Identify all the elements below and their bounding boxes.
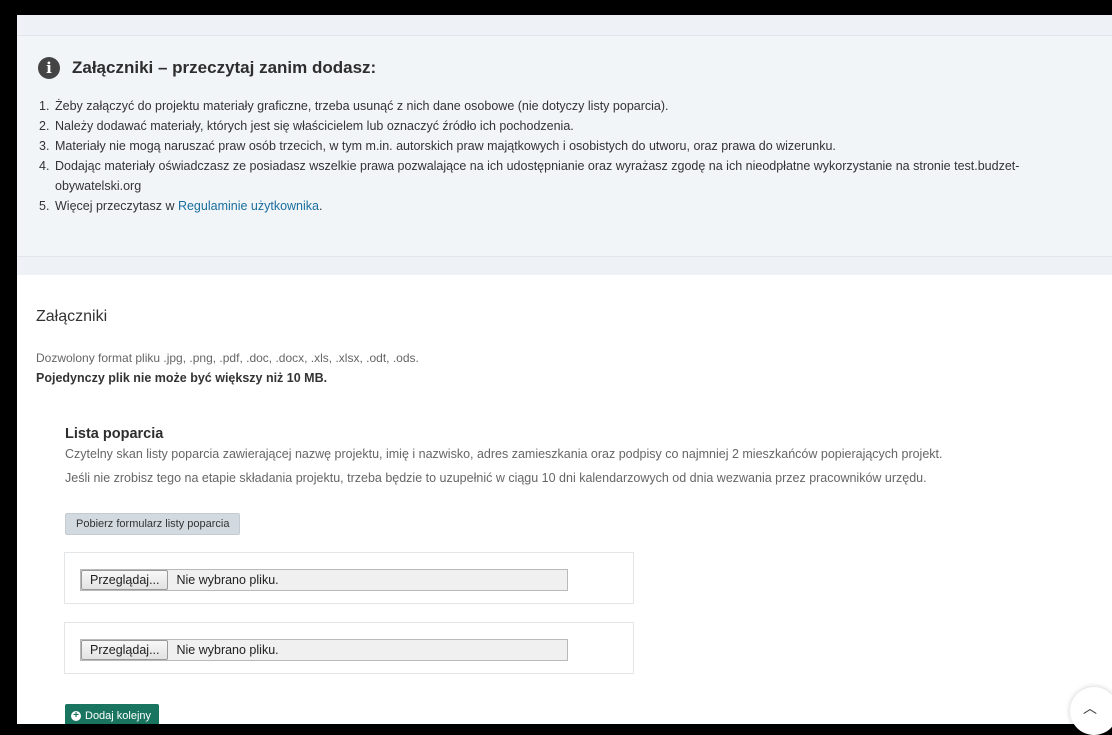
upload-box: Przeglądaj... Nie wybrano pliku. <box>64 552 634 604</box>
rule-item: 2. Należy dodawać materiały, których jes… <box>39 116 1099 136</box>
plus-circle-icon: + <box>71 711 81 721</box>
scroll-to-top-button[interactable]: ︿ <box>1070 687 1112 735</box>
page: i Załączniki – przeczytaj zanim dodasz: … <box>17 15 1112 724</box>
file-input[interactable]: Przeglądaj... Nie wybrano pliku. <box>80 639 568 661</box>
file-input[interactable]: Przeglądaj... Nie wybrano pliku. <box>80 569 568 591</box>
info-circle-icon: i <box>38 57 60 79</box>
rule-text: Materiały nie mogą naruszać praw osób tr… <box>55 139 836 153</box>
add-another-label: Dodaj kolejny <box>85 710 152 722</box>
rule-item: 4. Dodając materiały oświadczasz ze posi… <box>39 156 1099 196</box>
rule-number: 1. <box>39 99 50 113</box>
support-list-deadline-note: Jeśli nie zrobisz tego na etapie składan… <box>65 471 927 485</box>
rule-text: Dodając materiały oświadczasz ze posiada… <box>55 159 1020 193</box>
file-status: Nie wybrano pliku. <box>176 643 279 657</box>
info-title: Załączniki – przeczytaj zanim dodasz: <box>72 58 377 77</box>
rule-number: 4. <box>39 159 50 173</box>
info-header: i Załączniki – przeczytaj zanim dodasz: <box>38 57 376 79</box>
rule-item: 3. Materiały nie mogą naruszać praw osób… <box>39 136 1099 156</box>
rule-number: 3. <box>39 139 50 153</box>
rule-item: 1. Żeby załączyć do projektu materiały g… <box>39 96 1099 116</box>
rule-text: Więcej przeczytasz w Regulaminie użytkow… <box>55 196 1099 216</box>
regulations-link[interactable]: Regulaminie użytkownika <box>178 199 319 213</box>
rule-text-suffix: . <box>319 199 323 213</box>
rule-text: Żeby załączyć do projektu materiały graf… <box>55 99 669 113</box>
browse-button[interactable]: Przeglądaj... <box>81 640 169 660</box>
rule-number: 2. <box>39 119 50 133</box>
upload-box: Przeglądaj... Nie wybrano pliku. <box>64 622 634 674</box>
chevron-up-icon: ︿ <box>1083 700 1097 716</box>
browse-button[interactable]: Przeglądaj... <box>81 570 169 590</box>
rule-text-prefix: Więcej przeczytasz w <box>55 199 178 213</box>
allowed-formats-text: Dozwolony format pliku .jpg, .png, .pdf,… <box>36 351 419 365</box>
support-list-description: Czytelny skan listy poparcia zawierające… <box>65 447 943 461</box>
attachments-title: Załączniki <box>36 308 108 325</box>
max-size-text: Pojedynczy plik nie może być większy niż… <box>36 371 328 385</box>
download-form-button[interactable]: Pobierz formularz listy poparcia <box>65 513 241 535</box>
rule-text: Należy dodawać materiały, których jest s… <box>55 119 574 133</box>
file-status: Nie wybrano pliku. <box>176 573 279 587</box>
add-another-button[interactable]: + Dodaj kolejny <box>65 704 160 724</box>
rules-list: 1. Żeby załączyć do projektu materiały g… <box>39 96 1099 216</box>
support-list-title: Lista poparcia <box>65 426 164 442</box>
rule-item: 5. Więcej przeczytasz w Regulaminie użyt… <box>39 196 1099 216</box>
rule-number: 5. <box>39 199 50 213</box>
